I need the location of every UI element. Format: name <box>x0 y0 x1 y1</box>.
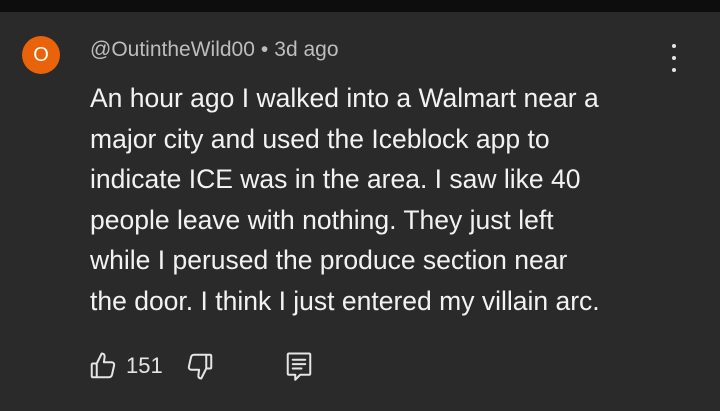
avatar-letter: O <box>33 43 49 66</box>
comment-line: indicate ICE was in the area. I saw like… <box>90 164 581 194</box>
comment-line: people leave with nothing. They just lef… <box>90 204 554 235</box>
comment-line: major city and used the Iceblock app to <box>90 123 550 154</box>
menu-dot <box>672 44 676 48</box>
like-count: 151 <box>126 353 163 378</box>
menu-dot <box>672 56 676 60</box>
comment-line: An hour ago I walked into a Walmart near… <box>90 83 599 113</box>
comment-line: while I perused the produce section near <box>90 245 568 275</box>
comment-screen: O @OutintheWild00 • 3d ago An hour ago I w… <box>0 0 720 411</box>
header-separator: • <box>260 38 269 61</box>
timestamp[interactable]: 3d ago <box>274 38 338 61</box>
reply-icon <box>286 352 311 381</box>
comment-header: @OutintheWild00 • 3d ago <box>90 38 339 62</box>
more-vertical-icon[interactable] <box>664 44 684 72</box>
author-name[interactable]: @OutintheWild00 <box>90 38 255 61</box>
comment-text: An hour ago I walked into a Walmart near… <box>90 78 705 321</box>
dislike-button[interactable] <box>185 351 215 381</box>
top-edge-strip <box>0 0 720 12</box>
comment-actions: 151 <box>88 348 313 384</box>
avatar[interactable]: O <box>22 36 60 74</box>
thumbs-down-icon <box>187 353 212 380</box>
comment-line: the door. I think I just entered my vill… <box>90 285 600 316</box>
menu-dot <box>672 68 676 72</box>
reply-button[interactable] <box>285 351 313 381</box>
like-button[interactable]: 151 <box>88 351 163 381</box>
thumbs-up-icon <box>90 352 116 379</box>
